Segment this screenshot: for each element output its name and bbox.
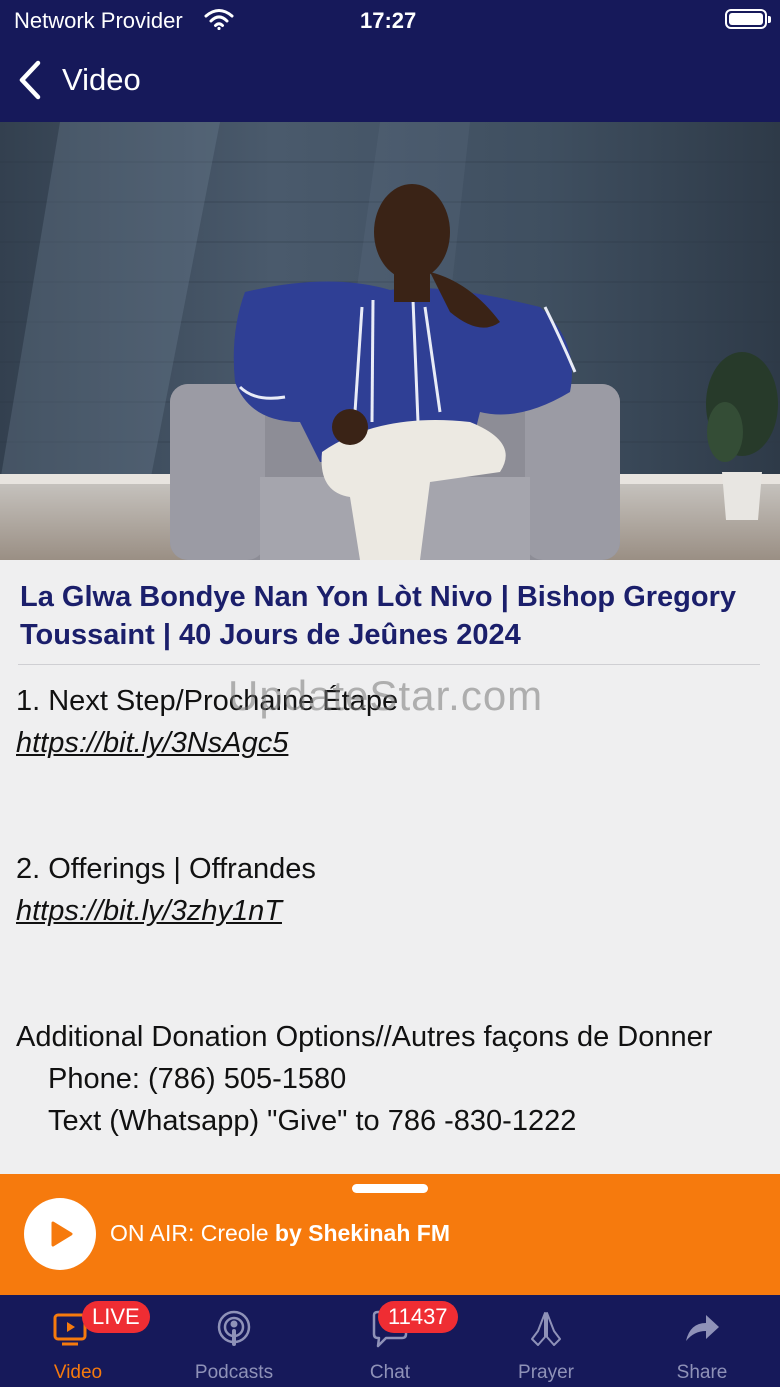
tab-prayer-label: Prayer [518,1362,574,1383]
offerings-link[interactable]: https://bit.ly/3zhy1nT [16,890,766,932]
play-icon [51,1221,73,1247]
back-button[interactable]: Video [16,56,141,104]
video-title: La Glwa Bondye Nan Yon Lòt Nivo | Bishop… [20,581,737,651]
tab-chat-label: Chat [369,1362,411,1383]
tab-chat[interactable]: 11437 Chat [312,1295,468,1387]
tab-podcasts[interactable]: Podcasts [156,1295,312,1387]
wifi-icon [204,9,234,30]
share-arrow-icon [686,1315,719,1341]
offerings-label: 2. Offerings | Offrandes [16,853,316,885]
page-title: Video [62,62,141,97]
video-description: 1. Next Step/Prochaine Étape https://bit… [16,680,766,1142]
praying-hands-icon [531,1312,561,1346]
tab-share[interactable]: Share [624,1295,780,1387]
tab-bar: LIVE Video Podcasts 11437 Chat Prayer Sh… [0,1295,780,1387]
tab-share-label: Share [676,1362,728,1383]
live-badge: LIVE [82,1301,150,1333]
video-thumbnail [0,122,780,560]
podcast-icon [217,1310,251,1346]
now-playing-station: ON AIR: Creole [110,1220,269,1246]
top-bar: Network Provider 17:27 Video [0,0,780,122]
network-provider: Network Provider [14,8,183,33]
mini-player[interactable]: ON AIR: Creole by Shekinah FM [0,1174,780,1295]
tab-video-label: Video [53,1362,103,1383]
drag-handle[interactable] [352,1184,428,1193]
battery-icon [725,9,771,29]
tab-prayer[interactable]: Prayer [468,1295,624,1387]
now-playing-text: ON AIR: Creole by Shekinah FM [110,1220,450,1247]
next-step-label: 1. Next Step/Prochaine Étape [16,685,399,717]
tab-podcasts-label: Podcasts [194,1362,274,1383]
donation-text: Text (Whatsapp) "Give" to 786 -830-1222 [48,1105,577,1137]
title-divider [18,664,760,665]
play-button[interactable] [24,1198,96,1270]
donation-phone: Phone: (786) 505-1580 [48,1063,347,1095]
video-player[interactable] [0,122,780,560]
now-playing-source: by Shekinah FM [274,1220,450,1246]
next-step-link[interactable]: https://bit.ly/3NsAgc5 [16,722,766,764]
donation-heading: Additional Donation Options//Autres faço… [16,1021,713,1053]
chevron-left-icon [19,60,41,100]
tab-video[interactable]: LIVE Video [0,1295,156,1387]
chat-count-badge: 11437 [378,1301,458,1333]
status-time: 17:27 [360,8,417,33]
